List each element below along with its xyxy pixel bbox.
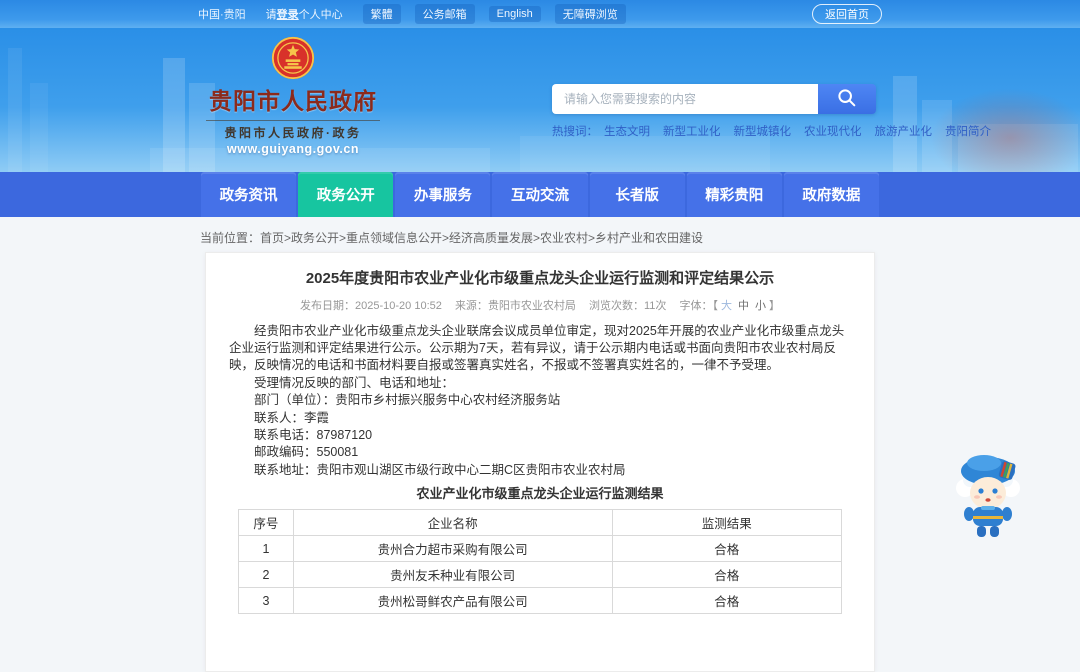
search-input[interactable] <box>552 84 818 114</box>
hot-word-link[interactable]: 新型城镇化 <box>734 123 792 139</box>
article-card: 2025年度贵阳市农业产业化市级重点龙头企业运行监测和评定结果公示 发布日期：2… <box>205 252 875 672</box>
nav-tab-jingcai-guiyang[interactable]: 精彩贵阳 <box>686 172 782 217</box>
search-button[interactable] <box>818 84 876 114</box>
contact-line-person: 联系人：李霞 <box>254 410 330 425</box>
breadcrumb-path[interactable]: 首页>政务公开>重点领域信息公开>经济高质量发展>农业农村>乡村产业和农田建设 <box>260 231 703 245</box>
font-size-large-button[interactable]: 大 <box>721 300 732 312</box>
site-title: 贵阳市人民政府 <box>209 88 377 114</box>
english-button[interactable]: English <box>488 6 541 22</box>
header-cell-company: 企业名称 <box>292 509 613 537</box>
skyline-decor <box>30 83 48 172</box>
site-logo-block[interactable]: 贵阳市人民政府 贵阳市人民政府·政务 www.guiyang.gov.cn <box>200 36 386 156</box>
back-to-home-button[interactable]: 返回首页 <box>812 4 882 24</box>
national-emblem-icon <box>271 36 315 80</box>
cell-result: 合格 <box>611 561 842 589</box>
nav-tab-zhengwu-gongkai[interactable]: 政务公开 <box>298 172 394 217</box>
cell-result: 合格 <box>611 587 842 615</box>
region-link[interactable]: 中国·贵阳 <box>198 6 246 22</box>
login-link[interactable]: 请登录个人中心 <box>266 6 343 22</box>
contact-line-address: 联系地址：贵阳市观山湖区市级行政中心二期C区贵阳市农业农村局 <box>254 462 626 477</box>
cell-company: 贵州合力超市采购有限公司 <box>292 535 613 563</box>
hot-word-link[interactable]: 旅游产业化 <box>875 123 933 139</box>
table-row: 3 贵州松哥鲜农产品有限公司 合格 <box>238 587 842 615</box>
cell-company: 贵州友禾种业有限公司 <box>292 561 613 589</box>
article-paragraph: 受理情况反映的部门、电话和地址： <box>254 375 455 390</box>
cell-company: 贵州松哥鲜农产品有限公司 <box>292 587 613 615</box>
publish-date: 发布日期：2025-10-20 10:52 <box>300 299 442 312</box>
nav-tab-zhangzhe-ban[interactable]: 长者版 <box>589 172 685 217</box>
top-utility-bar-inner: 中国·贵阳 请登录个人中心 繁體 公务邮箱 English 无障碍浏览 返回首页 <box>190 0 890 28</box>
hot-word-link[interactable]: 新型工业化 <box>663 123 721 139</box>
breadcrumb-label: 当前位置： <box>200 231 261 245</box>
breadcrumb: 当前位置：首页>政务公开>重点领域信息公开>经济高质量发展>农业农村>乡村产业和… <box>200 229 880 246</box>
mascot-icon <box>956 455 1020 537</box>
nav-tab-banshi-fuwu[interactable]: 办事服务 <box>395 172 491 217</box>
skyline-decor <box>8 48 22 172</box>
article-body: 经贵阳市农业产业化市级重点龙头企业联席会议成员单位审定，现对2025年开展的农业… <box>229 323 851 480</box>
nav-tab-hudong-jiaoliu[interactable]: 互动交流 <box>492 172 588 217</box>
article-source: 来源：贵阳市农业农村局 <box>454 299 576 312</box>
cell-index: 1 <box>238 535 294 563</box>
view-count: 浏览次数：11次 <box>589 299 667 312</box>
font-size-medium-button[interactable]: 中 <box>738 300 749 312</box>
top-utility-bar: 中国·贵阳 请登录个人中心 繁體 公务邮箱 English 无障碍浏览 返回首页 <box>0 0 1080 28</box>
font-size-control: 字体：【大中小】 <box>679 299 780 312</box>
article-title: 2025年度贵阳市农业产业化市级重点龙头企业运行监测和评定结果公示 <box>305 270 775 287</box>
nav-tab-zhengfu-shuju[interactable]: 政府数据 <box>783 172 879 217</box>
traditional-chinese-button[interactable]: 繁體 <box>362 4 401 24</box>
hot-word-link[interactable]: 农业现代化 <box>804 123 862 139</box>
site-subtitle: 贵阳市人民政府·政务 <box>224 126 362 140</box>
hot-word-link[interactable]: 贵阳简介 <box>945 123 991 139</box>
table-header-row: 序号 企业名称 监测结果 <box>238 509 842 537</box>
search-icon <box>836 87 858 112</box>
table-row: 1 贵州合力超市采购有限公司 合格 <box>238 535 842 563</box>
site-url: www.guiyang.gov.cn <box>227 142 359 156</box>
nav-tab-zhengwu-zixun[interactable]: 政务资讯 <box>201 172 297 217</box>
login-strong[interactable]: 登录 <box>277 9 299 21</box>
hot-search-label: 热搜词： <box>552 126 598 138</box>
hot-word-link[interactable]: 生态文明 <box>604 123 650 139</box>
login-suffix: 个人中心 <box>298 9 343 21</box>
search-area: 热搜词： 生态文明 新型工业化 新型城镇化 农业现代化 旅游产业化 贵阳简介 <box>552 84 991 139</box>
login-prefix: 请 <box>265 9 277 21</box>
accessibility-button[interactable]: 无障碍浏览 <box>554 4 626 24</box>
table-caption: 农业产业化市级重点龙头企业运行监测结果 <box>416 486 664 502</box>
header-cell-index: 序号 <box>238 509 294 537</box>
main-navigation: 政务资讯 政务公开 办事服务 互动交流 长者版 精彩贵阳 政府数据 <box>0 172 1080 217</box>
header-cell-result: 监测结果 <box>611 509 842 537</box>
cell-index: 3 <box>238 587 294 615</box>
official-mail-button[interactable]: 公务邮箱 <box>414 4 475 24</box>
article-paragraph: 经贵阳市农业产业化市级重点龙头企业联席会议成员单位审定，现对2025年开展的农业… <box>229 323 845 373</box>
cell-index: 2 <box>238 561 294 589</box>
table-row: 2 贵州友禾种业有限公司 合格 <box>238 561 842 589</box>
hot-search-row: 热搜词： 生态文明 新型工业化 新型城镇化 农业现代化 旅游产业化 贵阳简介 <box>552 123 991 139</box>
logo-divider <box>206 120 380 121</box>
site-banner: 贵阳市人民政府 贵阳市人民政府·政务 www.guiyang.gov.cn 请输… <box>0 28 1080 172</box>
contact-line-postcode: 邮政编码：550081 <box>254 445 359 460</box>
article-meta: 发布日期：2025-10-20 10:52 来源：贵阳市农业农村局 浏览次数：1… <box>229 297 851 313</box>
cell-result: 合格 <box>611 535 842 563</box>
guiyang-mascot-widget[interactable] <box>948 450 1028 540</box>
monitoring-result-table: 序号 企业名称 监测结果 1 贵州合力超市采购有限公司 合格 2 贵州友禾种业有… <box>238 509 842 615</box>
contact-line-phone: 联系电话：87987120 <box>254 427 373 442</box>
contact-line-department: 部门（单位）：贵阳市乡村振兴服务中心农村经济服务站 <box>254 393 561 408</box>
font-size-small-button[interactable]: 小 <box>755 300 766 312</box>
